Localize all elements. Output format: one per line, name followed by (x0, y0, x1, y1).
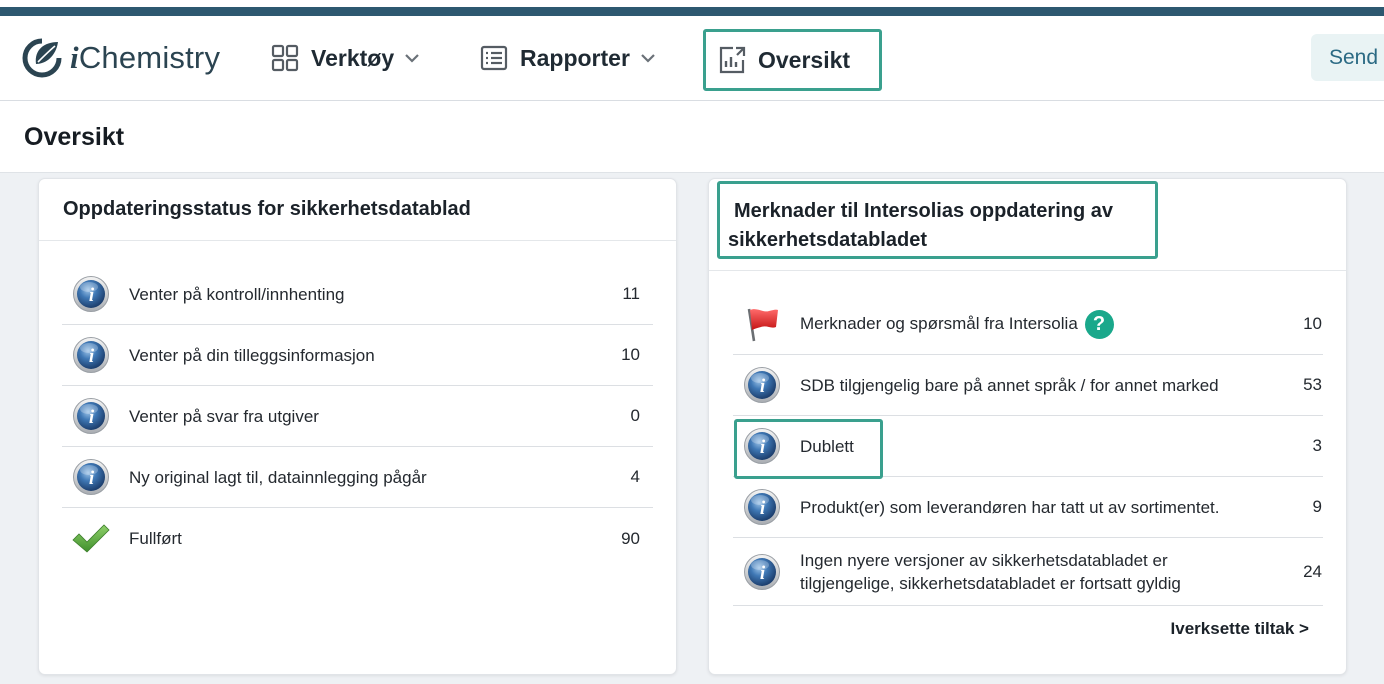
remarks-row-label: Produkt(er) som leverandøren har tatt ut… (800, 497, 1220, 517)
app-header: iChemistry Verktøy Rapporter Oversikt Se… (0, 16, 1384, 101)
remarks-row-intersolia-questions[interactable]: Merknader og spørsmål fra Intersolia ? 1… (733, 294, 1323, 355)
info-icon (72, 458, 110, 496)
remarks-row-label: Dublett (800, 436, 854, 456)
nav-tools-label: Verktøy (311, 44, 395, 71)
remarks-row-other-language[interactable]: SDB tilgjengelig bare på annet språk / f… (733, 355, 1323, 416)
red-flag-icon (747, 308, 778, 342)
status-row-count[interactable]: 10 (621, 345, 640, 365)
status-row-count[interactable]: 4 (631, 467, 640, 487)
nav-overview[interactable]: Oversikt (703, 29, 882, 91)
info-icon (743, 427, 781, 465)
status-row-label: Venter på kontroll/innhenting (129, 284, 345, 304)
remarks-row-label: SDB tilgjengelig bare på annet språk / f… (800, 375, 1219, 395)
page-title-bar: Oversikt (0, 101, 1384, 173)
nav-reports[interactable]: Rapporter (479, 38, 656, 78)
remarks-card: Merknader til Intersolias oppdatering av… (708, 178, 1347, 675)
status-card-header: Oppdateringsstatus for sikkerhetsdatabla… (39, 179, 676, 241)
chevron-down-icon (405, 54, 419, 63)
remarks-row-discontinued[interactable]: Produkt(er) som leverandøren har tatt ut… (733, 477, 1323, 538)
status-row-count[interactable]: 90 (621, 529, 640, 549)
grid-icon (271, 44, 299, 72)
status-card: Oppdateringsstatus for sikkerhetsdatabla… (38, 178, 677, 675)
info-icon (72, 336, 110, 374)
status-row-label: Fullført (129, 529, 182, 548)
app-name: iChemistry (70, 40, 221, 75)
remarks-card-header: Merknader til Intersolias oppdatering av… (709, 179, 1346, 271)
nav-reports-label: Rapporter (520, 44, 630, 71)
help-icon[interactable]: ? (1084, 309, 1114, 339)
info-icon (72, 397, 110, 435)
checkmark-icon (72, 523, 110, 553)
bar-chart-icon (719, 46, 746, 74)
remarks-row-label: Ingen nyere versjoner av sikkerhetsdatab… (800, 550, 1181, 593)
chevron-down-icon (641, 54, 655, 63)
top-accent-stripe (0, 0, 1384, 16)
status-row-label: Ny original lagt til, datainnlegging påg… (129, 467, 427, 487)
status-row-pending-your-info[interactable]: Venter på din tilleggsinformasjon 10 (62, 325, 653, 386)
report-list-icon (480, 45, 508, 71)
remarks-row-count[interactable]: 53 (1303, 375, 1322, 395)
leaf-logo-icon (22, 38, 62, 78)
info-icon (743, 366, 781, 404)
status-row-label: Venter på din tilleggsinformasjon (129, 345, 375, 365)
info-icon (743, 488, 781, 526)
send-button[interactable]: Send (1311, 34, 1384, 81)
nav-tools[interactable]: Verktøy (270, 38, 420, 78)
app-logo[interactable]: iChemistry (22, 38, 220, 78)
status-row-label: Venter på svar fra utgiver (129, 406, 319, 426)
remarks-row-count[interactable]: 24 (1303, 562, 1322, 582)
status-row-pending-control[interactable]: Venter på kontroll/innhenting 11 (62, 264, 653, 325)
send-button-label: Send (1329, 45, 1379, 69)
status-row-count[interactable]: 0 (631, 406, 640, 426)
remarks-card-title-line1: Merknader til Intersolias oppdatering av (734, 200, 1113, 222)
info-icon (743, 553, 781, 591)
status-row-count[interactable]: 11 (622, 284, 640, 304)
remarks-row-count[interactable]: 10 (1303, 314, 1322, 334)
remarks-card-title-line2: sikkerhetsdatabladet (728, 229, 927, 251)
remarks-row-no-newer-versions[interactable]: Ingen nyere versjoner av sikkerhetsdatab… (733, 538, 1323, 606)
remarks-row-count[interactable]: 9 (1313, 497, 1322, 517)
remarks-card-title: Merknader til Intersolias oppdatering av… (717, 181, 1158, 259)
remarks-row-count[interactable]: 3 (1313, 436, 1322, 456)
nav-overview-label: Oversikt (758, 46, 851, 73)
remarks-row-duplicate[interactable]: Dublett 3 (733, 416, 1323, 477)
remarks-row-label: Merknader og spørsmål fra Intersolia ? (800, 309, 1114, 339)
status-row-new-original[interactable]: Ny original lagt til, datainnlegging påg… (62, 447, 653, 508)
status-row-completed[interactable]: Fullført 90 (62, 508, 653, 569)
status-card-title: Oppdateringsstatus for sikkerhetsdatabla… (63, 198, 471, 220)
take-action-link[interactable]: Iverksette tiltak > (1171, 619, 1309, 639)
status-row-pending-publisher[interactable]: Venter på svar fra utgiver 0 (62, 386, 653, 447)
page-title: Oversikt (24, 123, 125, 151)
info-icon (72, 275, 110, 313)
